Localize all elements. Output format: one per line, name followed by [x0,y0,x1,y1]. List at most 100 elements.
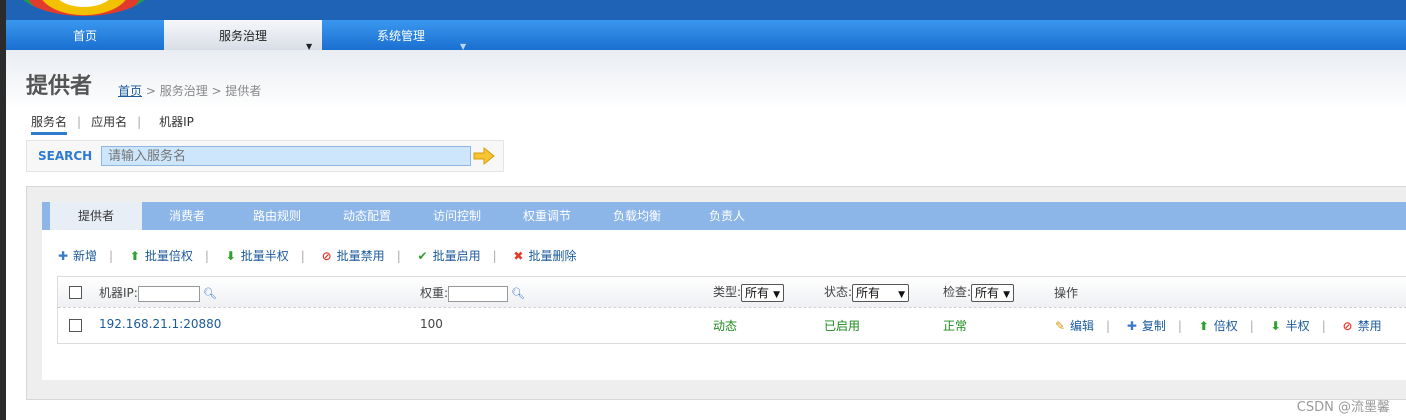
provider-weight: 100 [420,317,443,331]
type-filter-value: 所有 [745,285,770,300]
search-icon[interactable]: 🔍︎ [511,287,525,300]
search-label: SEARCH [38,149,93,163]
tab-owners[interactable]: 负责人 [682,202,772,230]
divider: | [1106,319,1111,333]
batch-enable-button[interactable]: ✔ 批量启用 [417,247,481,264]
half-weight-button[interactable]: ⬇ 半权 [1270,319,1310,333]
type-filter-select[interactable]: 所有 ▼ [741,283,784,302]
tab-label: 权重调节 [522,209,571,223]
tab-label: 提供者 [77,209,114,223]
add-button-label: 新增 [73,249,98,263]
copy-label: 复制 [1141,319,1166,333]
double-weight-label: 倍权 [1213,319,1238,333]
batch-disable-button[interactable]: ⊘ 批量禁用 [321,247,385,264]
half-weight-label: 半权 [1285,319,1310,333]
plus-icon: ✚ [57,249,69,263]
chevron-down-icon: ▼ [898,289,905,300]
check-icon: ✔ [417,249,428,263]
machine-ip-filter-input[interactable] [137,285,200,302]
divider: | [1321,319,1326,333]
batch-enable-label: 批量启用 [432,249,481,263]
header-weight: 权重: 🔍︎ [420,284,525,302]
tab-consumers[interactable]: 消费者 [142,202,232,230]
breadcrumb-path: > 服务治理 > 提供者 [142,84,262,98]
arrow-down-icon: ⬇ [225,249,236,263]
providers-table: 机器IP: 🔍︎ 权重: 🔍︎ 类型: 所有 ▼ 状态: 所有 ▼ 检查: 所有 ▼ 操作 19… [57,276,1406,344]
tab-dynamic-config[interactable]: 动态配置 [322,202,412,230]
header-type: 类型: 所有 ▼ [713,283,784,302]
provider-check: 正常 [943,319,968,333]
status-filter-select[interactable]: 所有 ▼ [852,283,909,302]
divider: | [137,115,142,129]
check-filter-select[interactable]: 所有 ▼ [971,283,1014,302]
nav-service-governance[interactable]: 服务治理 ▼ [164,20,322,51]
divider: | [204,249,209,263]
tab-providers[interactable]: 提供者 [50,202,142,230]
tab-weight-adjust[interactable]: 权重调节 [502,202,592,230]
tab-label: 消费者 [168,209,205,223]
disable-button[interactable]: ⊘ 禁用 [1342,319,1382,333]
batch-half-weight-button[interactable]: ⬇ 批量半权 [225,247,289,264]
divider: | [109,249,114,263]
nav-service-governance-label: 服务治理 [218,29,267,43]
tab-label: 访问控制 [432,209,481,223]
delete-icon: ✖ [513,249,524,263]
plus-icon: ✚ [1126,319,1137,333]
watermark: CSDN @流墨馨 [1296,400,1390,415]
batch-double-weight-button[interactable]: ⬆ 批量倍权 [129,247,193,264]
nav-system-management[interactable]: 系统管理 ▼ [322,20,480,51]
double-weight-button[interactable]: ⬆ 倍权 [1198,319,1238,333]
header-check-label: 检查: [943,285,972,299]
weight-filter-input[interactable] [448,285,509,302]
select-all-checkbox[interactable] [69,286,82,299]
page-title: 提供者 [26,74,93,99]
provider-status: 已启用 [824,319,861,333]
batch-delete-label: 批量删除 [528,249,577,263]
forbidden-icon: ⊘ [321,249,332,263]
search-go-arrow-icon[interactable] [473,147,495,165]
chevron-down-icon: ▼ [1003,289,1010,300]
batch-delete-button[interactable]: ✖ 批量删除 [512,247,576,264]
batch-toolbar: ✚ 新增 | ⬆ 批量倍权 | ⬇ 批量半权 | ⊘ 批量禁用 | ✔ 批量启用 | ✖ 批量删除 [57,247,577,264]
provider-address-link[interactable]: 192.168.21.1:20880 [99,317,221,331]
tab-label: 路由规则 [252,209,301,223]
divider: | [300,249,305,263]
row-checkbox[interactable] [69,319,82,332]
breadcrumb-home-link[interactable]: 首页 [118,84,142,98]
row-actions: ✎ 编辑 | ✚ 复制 | ⬆ 倍权 | ⬇ 半权 | ⊘ 禁用 [1054,317,1382,334]
header-type-label: 类型: [713,285,742,299]
copy-button[interactable]: ✚ 复制 [1126,319,1166,333]
chevron-down-icon: ▼ [773,289,780,300]
arrow-up-icon: ⬆ [1198,319,1209,333]
nav-home[interactable]: 首页 [6,20,164,50]
tab-label: 负载均衡 [612,209,661,223]
search-box: SEARCH [26,140,504,172]
tab-access-control[interactable]: 访问控制 [412,202,502,230]
header-weight-label: 权重: [420,286,449,300]
tab-routing-rules[interactable]: 路由规则 [232,202,322,230]
header-check: 检查: 所有 ▼ [943,283,1014,302]
search-type-tabs: 服务名 | 应用名 | 机器IP [31,113,194,135]
logo [14,0,154,16]
edit-button[interactable]: ✎ 编辑 [1054,319,1094,333]
nav-home-label: 首页 [72,29,97,43]
header-status: 状态: 所有 ▼ [824,283,909,302]
tab-load-balance[interactable]: 负载均衡 [592,202,682,230]
check-filter-value: 所有 [975,285,1000,300]
search-input[interactable] [101,146,471,166]
search-tab-machine-ip[interactable]: 机器IP [159,113,194,130]
nav-system-management-label: 系统管理 [376,29,425,43]
batch-double-weight-label: 批量倍权 [144,249,193,263]
search-tab-service-name[interactable]: 服务名 [31,113,68,135]
search-tab-app-name[interactable]: 应用名 [91,113,127,130]
divider: | [492,249,497,263]
arrow-down-icon: ⬇ [1270,319,1281,333]
divider: | [1249,319,1254,333]
table-header: 机器IP: 🔍︎ 权重: 🔍︎ 类型: 所有 ▼ 状态: 所有 ▼ 检查: 所有 ▼ 操作 [58,277,1406,308]
batch-disable-label: 批量禁用 [336,249,385,263]
header-banner [6,0,1406,20]
status-filter-value: 所有 [856,285,881,300]
search-icon[interactable]: 🔍︎ [203,287,217,300]
add-button[interactable]: ✚ 新增 [57,247,97,264]
provider-type: 动态 [713,319,738,333]
